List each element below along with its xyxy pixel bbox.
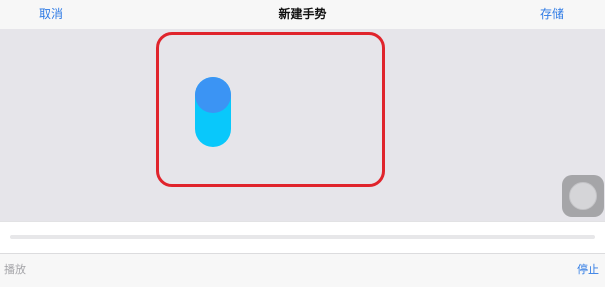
touch-point-icon	[195, 77, 231, 113]
stop-button[interactable]: 停止	[577, 263, 599, 277]
navigation-bar: 取消 新建手势 存储	[0, 0, 605, 29]
assistive-touch-button[interactable]	[562, 175, 604, 217]
timeline-track[interactable]	[10, 235, 595, 239]
save-button[interactable]: 存储	[540, 7, 564, 21]
gesture-recording-canvas[interactable]	[0, 29, 605, 221]
bottom-toolbar: 播放 停止	[0, 253, 605, 287]
highlight-annotation-box	[156, 32, 385, 187]
play-button[interactable]: 播放	[4, 263, 26, 277]
page-title: 新建手势	[278, 7, 327, 21]
timeline-panel	[0, 221, 605, 253]
